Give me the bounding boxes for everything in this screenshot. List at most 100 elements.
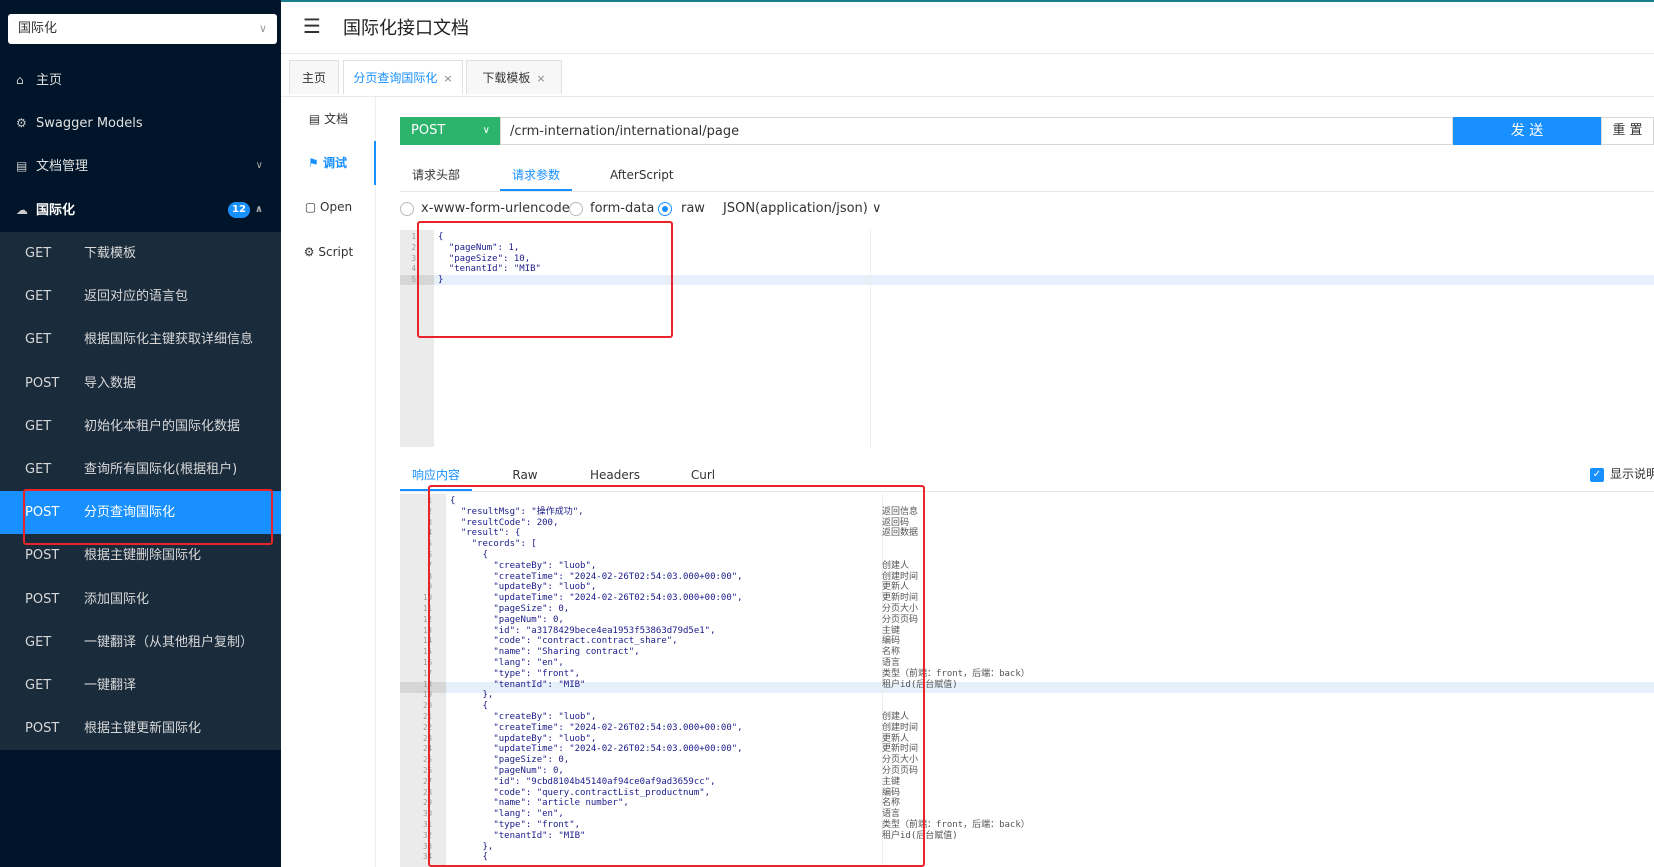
- top-bar: ☰ 国际化接口文档: [281, 0, 1654, 54]
- radio-label: raw: [681, 201, 705, 216]
- api-name: 初始化本租户的国际化数据: [84, 418, 241, 434]
- api-item[interactable]: POST 根据主键更新国际化: [0, 707, 281, 750]
- tab-download-template[interactable]: 下载模板 ×: [466, 60, 562, 94]
- tab-afterscript[interactable]: AfterScript: [610, 159, 674, 191]
- api-item[interactable]: GET 根据国际化主键获取详细信息: [0, 318, 281, 361]
- api-name: 导入数据: [84, 375, 137, 391]
- tab-label: 主页: [301, 71, 326, 85]
- api-item[interactable]: POST 添加国际化: [0, 578, 281, 621]
- document-manage-icon: ▤: [16, 159, 28, 173]
- api-method: GET: [25, 289, 52, 305]
- close-icon[interactable]: ×: [536, 72, 545, 85]
- api-item[interactable]: GET 查询所有国际化(根据租户): [0, 448, 281, 491]
- api-name: 下载模板: [84, 246, 137, 261]
- content-type-select[interactable]: JSON(application/json) ∨: [723, 199, 882, 219]
- subnav-doc[interactable]: ▤ 文档: [281, 97, 376, 141]
- api-method: GET: [25, 634, 52, 650]
- url-input[interactable]: [500, 117, 1453, 145]
- page-title: 国际化接口文档: [343, 18, 469, 39]
- api-name: 查询所有国际化(根据租户): [84, 462, 238, 477]
- nav-label: Swagger Models: [36, 116, 143, 131]
- subnav-script[interactable]: ⚙ Script: [281, 230, 376, 274]
- url-bar: POST ∨ 发 送 重 置: [400, 117, 1654, 145]
- api-method: GET: [25, 332, 52, 348]
- reset-button[interactable]: 重 置: [1601, 117, 1654, 145]
- chevron-down-icon: ∨: [255, 160, 263, 171]
- subnav-label: 调试: [322, 156, 347, 170]
- api-method: GET: [25, 418, 52, 434]
- sidebar: 国际化 ∨ ⌂ 主页 ⚙ Swagger Models ▤ 文档管理 ∨ ☁ 国际化 1…: [0, 0, 281, 867]
- api-name: 一键翻译: [84, 678, 137, 693]
- subnav-label: 文档: [324, 112, 349, 126]
- api-name: 根据主键更新国际化: [84, 721, 202, 737]
- annotation-box-request: [417, 221, 673, 338]
- nav-label: 文档管理: [36, 159, 89, 174]
- send-button[interactable]: 发 送: [1453, 117, 1601, 145]
- print-margin: [870, 230, 871, 447]
- api-name: 返回对应的语言包: [84, 289, 189, 305]
- radio-urlencoded[interactable]: [400, 202, 414, 216]
- tab-bar: 主页 分页查询国际化 × 下载模板 ×: [281, 54, 1654, 97]
- chevron-down-icon: ∨: [872, 201, 882, 216]
- api-item[interactable]: GET 一键翻译: [0, 664, 281, 707]
- show-description-checkbox[interactable]: ✓ 显示说明: [1590, 465, 1654, 482]
- subnav-open[interactable]: ▢ Open: [281, 185, 376, 229]
- nav-label: 国际化: [36, 203, 76, 218]
- api-item[interactable]: GET 一键翻译（从其他租户复制）: [0, 621, 281, 664]
- api-item[interactable]: GET 初始化本租户的国际化数据: [0, 405, 281, 448]
- swagger-models-icon: ⚙: [16, 116, 27, 130]
- method-select[interactable]: POST ∨: [400, 117, 500, 145]
- doc-icon: ▤: [308, 112, 325, 126]
- tab-request-params[interactable]: 请求参数: [500, 159, 572, 191]
- api-name: 一键翻译（从其他租户复制）: [84, 634, 254, 650]
- radio-form-data[interactable]: [569, 202, 583, 216]
- api-item[interactable]: POST 导入数据: [0, 362, 281, 405]
- chevron-down-icon: ∨: [258, 22, 267, 35]
- content-type-value: JSON(application/json): [723, 201, 868, 216]
- menu-fold-icon[interactable]: ☰: [303, 14, 321, 38]
- api-method: GET: [25, 462, 52, 477]
- subnav-debug[interactable]: ⚑ 调试: [281, 141, 376, 185]
- radio-label: x-www-form-urlencoded: [421, 201, 579, 216]
- tab-paged-query[interactable]: 分页查询国际化 ×: [343, 60, 463, 94]
- api-method: GET: [25, 246, 52, 261]
- api-method: POST: [25, 721, 60, 737]
- tab-label: 下载模板: [482, 71, 531, 85]
- subnav-label: Script: [318, 245, 354, 259]
- api-name: 根据国际化主键获取详细信息: [84, 332, 254, 348]
- debug-icon: ⚑: [308, 156, 323, 170]
- close-icon[interactable]: ×: [443, 72, 452, 85]
- api-count-badge: 12: [228, 202, 250, 218]
- api-item[interactable]: GET 返回对应的语言包: [0, 275, 281, 318]
- tab-request-headers[interactable]: 请求头部: [406, 159, 466, 191]
- subnav-label: Open: [320, 200, 353, 214]
- annotation-box-response: [428, 485, 925, 867]
- api-item[interactable]: GET 下载模板: [0, 232, 281, 275]
- script-icon: ⚙: [303, 245, 319, 259]
- show-desc-label: 显示说明: [1610, 467, 1654, 481]
- api-method: POST: [25, 375, 60, 391]
- chevron-down-icon: ∨: [482, 125, 490, 136]
- open-icon: ▢: [304, 200, 321, 214]
- chevron-up-icon: ∧: [254, 204, 263, 215]
- nav-item-internationalization[interactable]: ☁ 国际化 12 ∧: [0, 189, 281, 231]
- divider: [400, 191, 1654, 192]
- nav-label: 主页: [36, 73, 63, 88]
- nav-item-document-manage[interactable]: ▤ 文档管理 ∨: [0, 145, 281, 187]
- nav-item-home[interactable]: ⌂ 主页: [0, 59, 281, 101]
- group-select-value: 国际化: [18, 21, 58, 36]
- home-icon: ⌂: [16, 73, 24, 87]
- radio-label: form-data: [590, 201, 655, 216]
- check-icon: ✓: [1590, 467, 1604, 482]
- cloud-icon: ☁: [16, 203, 28, 217]
- nav-item-swagger-models[interactable]: ⚙ Swagger Models: [0, 102, 281, 144]
- tab-label: 分页查询国际化: [353, 71, 438, 85]
- doc-subnav: ▤ 文档 ⚑ 调试 ▢ Open ⚙ Script: [281, 97, 376, 867]
- api-method: POST: [25, 591, 60, 607]
- group-select[interactable]: 国际化 ∨: [8, 14, 277, 44]
- tab-home[interactable]: 主页: [289, 60, 339, 94]
- line-numbers: 1 2 3 4 5: [411, 232, 416, 285]
- radio-raw[interactable]: [658, 202, 672, 216]
- api-method: GET: [25, 678, 52, 693]
- method-value: POST: [411, 123, 446, 138]
